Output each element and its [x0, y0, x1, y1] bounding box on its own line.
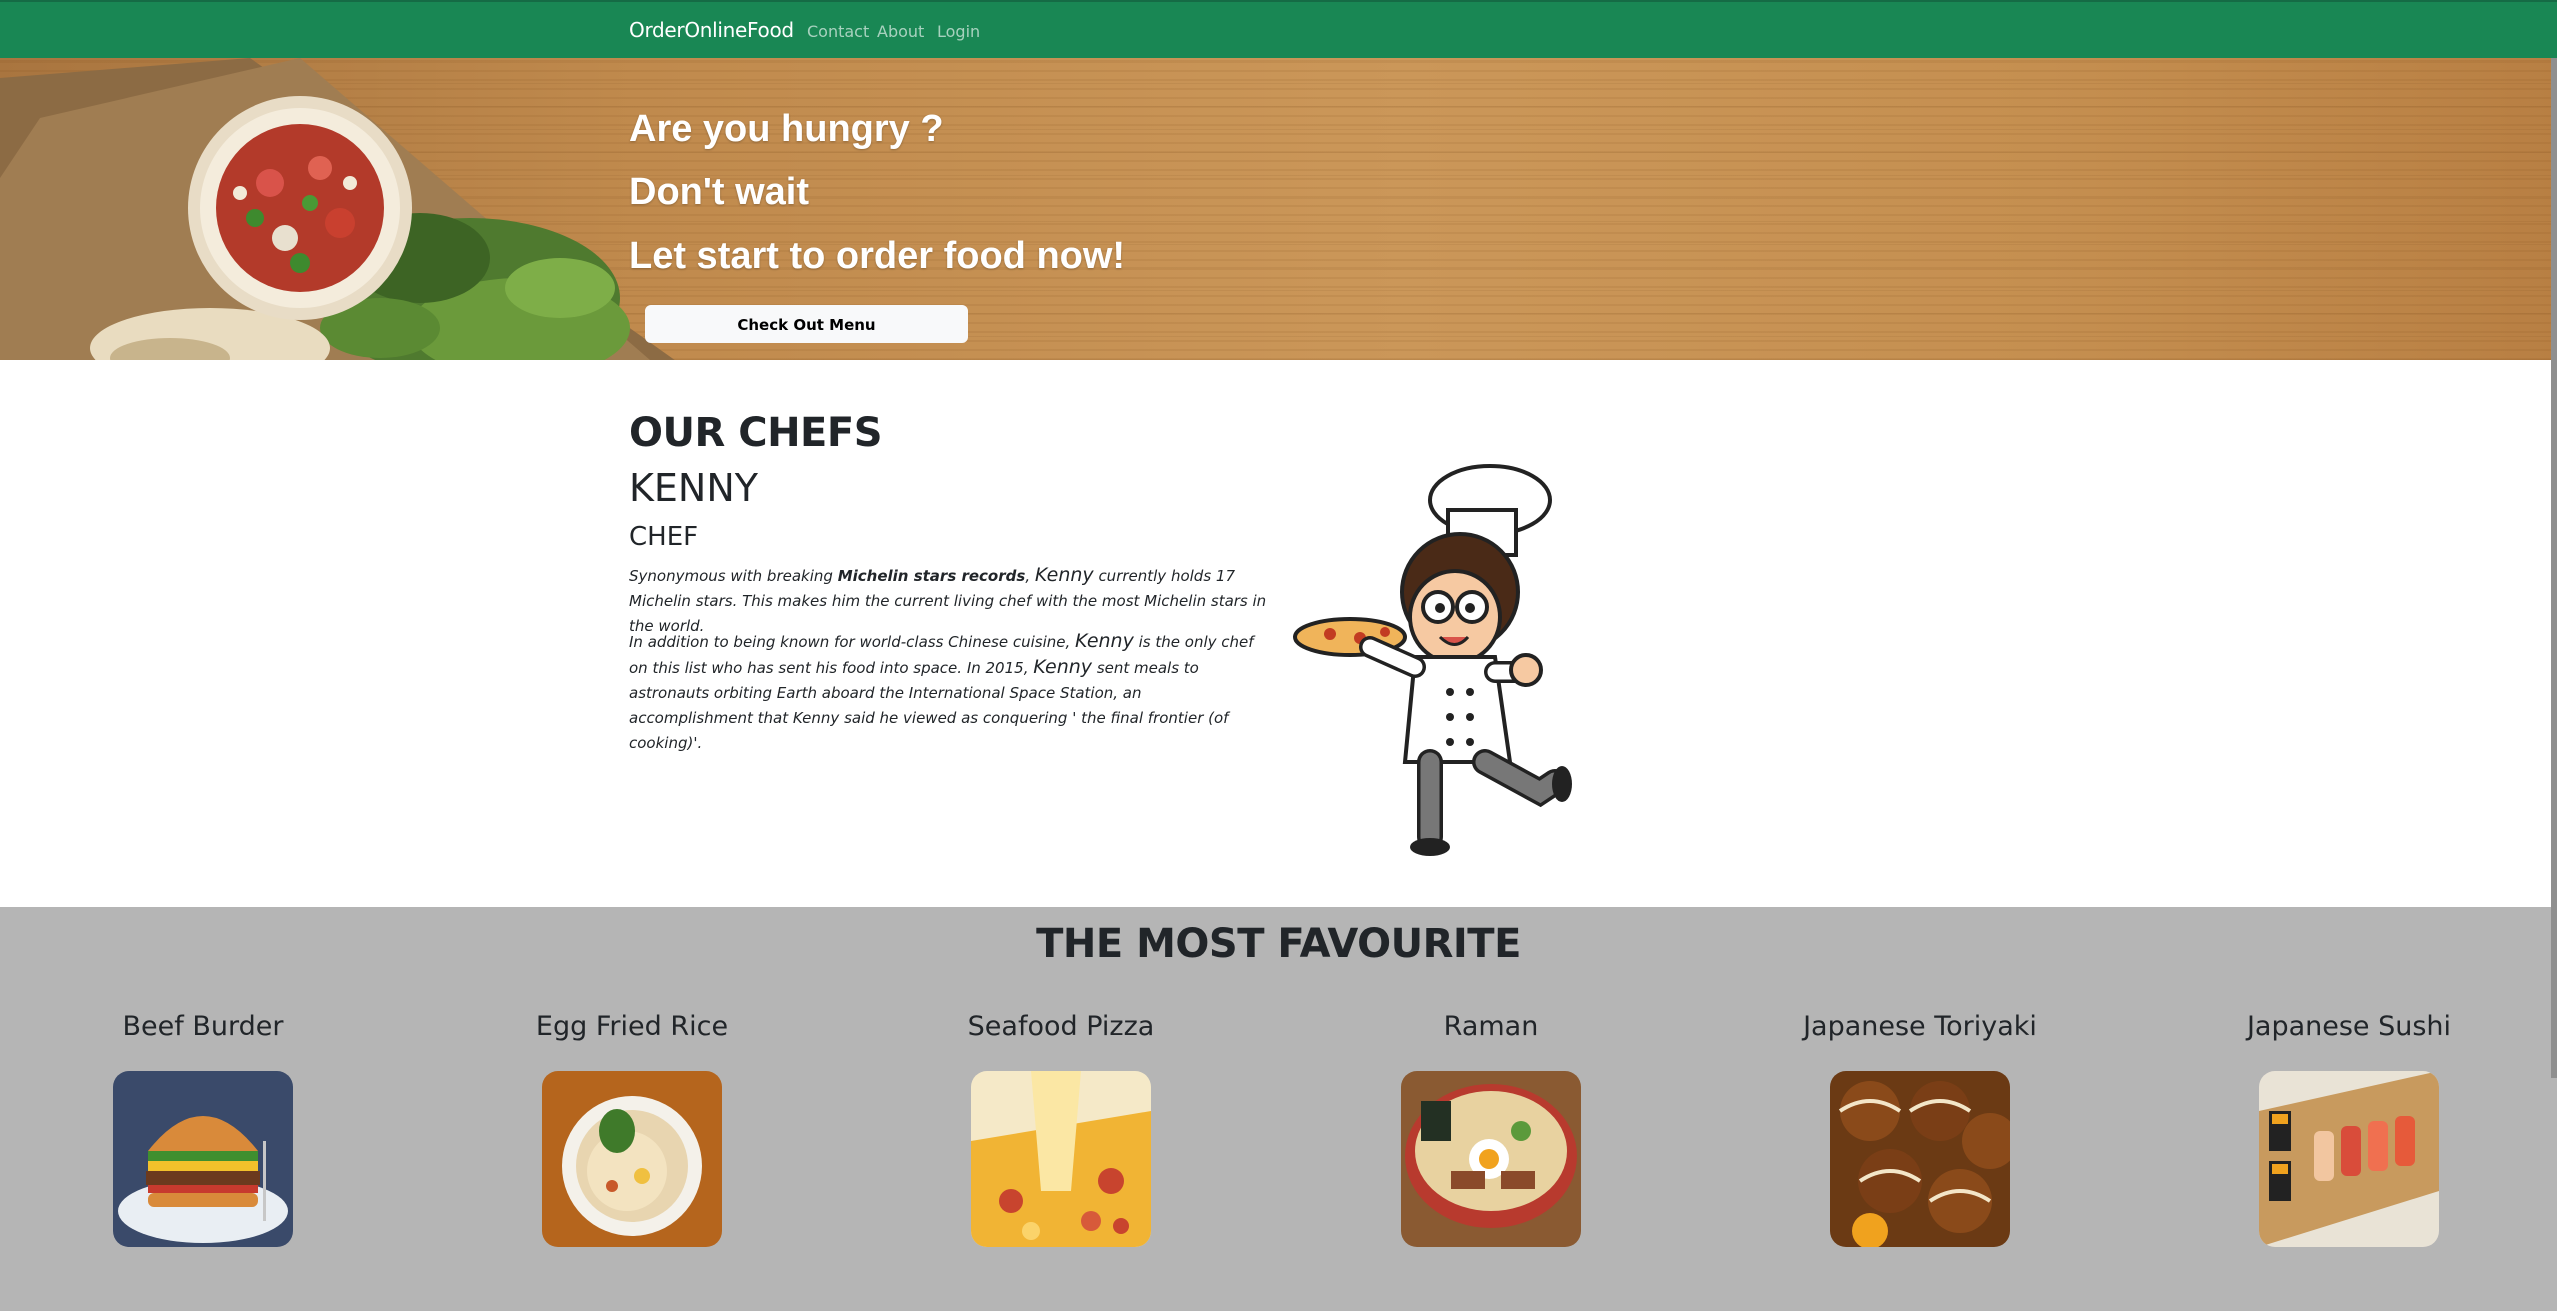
- hero-banner: Are you hungry ? Don't wait Let start to…: [0, 58, 2557, 360]
- nav-link-about[interactable]: About: [877, 22, 924, 41]
- hero-headline-1: Are you hungry ?: [629, 108, 944, 150]
- favourite-item[interactable]: Beef Burder: [0, 1011, 413, 1247]
- brand-link[interactable]: OrderOnlineFood: [629, 18, 794, 42]
- chef-bio-paragraph-1: Synonymous with breaking Michelin stars …: [629, 564, 1267, 635]
- navbar: OrderOnlineFood Contact About Login: [0, 0, 2557, 58]
- favourite-item[interactable]: Egg Fried Rice: [422, 1011, 842, 1247]
- pizza-image[interactable]: [971, 1071, 1151, 1247]
- favourite-item-name: Seafood Pizza: [967, 1011, 1155, 1042]
- page-scrollbar[interactable]: [2551, 58, 2557, 1078]
- hero-headline-3: Let start to order food now!: [629, 235, 1126, 277]
- fried-rice-image[interactable]: [542, 1071, 722, 1247]
- favourite-item[interactable]: Raman: [1281, 1011, 1701, 1247]
- nav-link-login[interactable]: Login: [937, 22, 980, 41]
- sushi-image[interactable]: [2259, 1071, 2439, 1247]
- favourite-item-name: Egg Fried Rice: [535, 1011, 729, 1042]
- ramen-image[interactable]: [1401, 1071, 1581, 1247]
- check-out-menu-button[interactable]: Check Out Menu: [645, 305, 968, 343]
- chef-cartoon-image: [1293, 464, 1572, 856]
- favourite-item-name: Japanese Toriyaki: [1803, 1011, 2037, 1042]
- chef-role: CHEF: [629, 522, 699, 552]
- favourite-item[interactable]: Japanese Toriyaki: [1710, 1011, 2130, 1247]
- chef-name: KENNY: [629, 466, 758, 510]
- chef-bio-paragraph-2: In addition to being known for world-cla…: [629, 630, 1254, 752]
- hero-food-image: [0, 58, 675, 360]
- nav-link-contact[interactable]: Contact: [807, 22, 869, 41]
- burger-image[interactable]: [113, 1071, 293, 1247]
- hero-headline-2: Don't wait: [629, 171, 810, 213]
- favourite-item[interactable]: Seafood Pizza: [851, 1011, 1271, 1247]
- takoyaki-image[interactable]: [1830, 1071, 2010, 1247]
- chefs-heading: OUR CHEFS: [629, 410, 883, 456]
- favourite-item-name: Beef Burder: [122, 1011, 284, 1042]
- favourites-heading: THE MOST FAVOURITE: [1036, 921, 1521, 967]
- favourite-item-name: Raman: [1443, 1011, 1539, 1042]
- favourites-section: THE MOST FAVOURITE Beef Burder Egg Fried…: [0, 907, 2557, 1311]
- favourite-item[interactable]: Japanese Sushi: [2139, 1011, 2557, 1247]
- favourite-item-name: Japanese Sushi: [2246, 1011, 2452, 1042]
